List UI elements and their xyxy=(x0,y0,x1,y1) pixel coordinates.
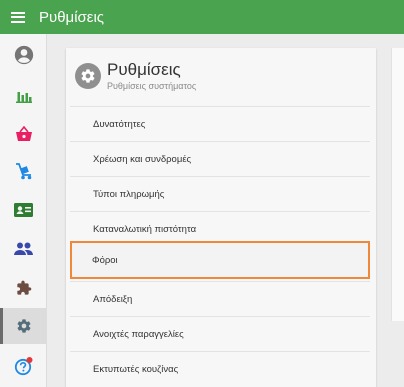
gear-icon xyxy=(17,319,30,333)
account-circle-icon xyxy=(14,45,33,65)
sidebar-item-customers[interactable] xyxy=(0,192,47,228)
sidebar-item-account[interactable] xyxy=(0,37,47,73)
notification-badge xyxy=(26,357,32,363)
menu-item-billing[interactable]: Χρέωση και συνδρομές xyxy=(70,141,370,176)
sidebar-item-users[interactable] xyxy=(0,230,47,266)
sidebar-item-help[interactable] xyxy=(0,348,47,384)
background-panel xyxy=(391,48,404,321)
bar-chart-icon xyxy=(15,92,32,103)
sidebar-item-shop[interactable] xyxy=(0,116,47,152)
menu-icon[interactable] xyxy=(11,11,25,23)
card-icon xyxy=(75,63,101,89)
menu-item-features[interactable]: Δυνατότητες xyxy=(70,106,370,141)
menu-item-receipt[interactable]: Απόδειξη xyxy=(70,281,370,316)
people-icon xyxy=(14,242,33,255)
menu-item-payment-types[interactable]: Τύποι πληρωμής xyxy=(70,176,370,211)
cart-icon xyxy=(15,162,31,179)
sidebar-item-settings[interactable] xyxy=(0,308,47,344)
shopping-basket-icon xyxy=(15,126,32,141)
page-title: Ρυθμίσεις xyxy=(107,60,181,79)
card-header: Ρυθμίσεις Ρυθμίσεις συστήματος xyxy=(66,48,376,106)
gear-icon xyxy=(81,69,95,83)
page-subtitle: Ρυθμίσεις συστήματος xyxy=(107,81,197,91)
sidebar-item-reports[interactable] xyxy=(0,78,47,114)
puzzle-icon xyxy=(16,280,31,295)
sidebar-item-delivery[interactable] xyxy=(0,153,47,189)
menu-item-kitchen-printers[interactable]: Εκτυπωτές κουζίνας xyxy=(70,351,370,386)
id-card-icon xyxy=(14,203,33,217)
sidebar xyxy=(0,34,47,387)
settings-card: Ρυθμίσεις Ρυθμίσεις συστήματος Δυνατότητ… xyxy=(66,48,376,387)
top-app-bar: Ρυθμίσεις xyxy=(0,0,404,34)
app-title: Ρυθμίσεις xyxy=(39,8,105,26)
menu-item-taxes[interactable]: Φόροι xyxy=(70,241,370,279)
sidebar-item-extensions[interactable] xyxy=(0,270,47,306)
help-icon xyxy=(14,357,32,376)
menu-item-open-orders[interactable]: Ανοιχτές παραγγελίες xyxy=(70,316,370,351)
